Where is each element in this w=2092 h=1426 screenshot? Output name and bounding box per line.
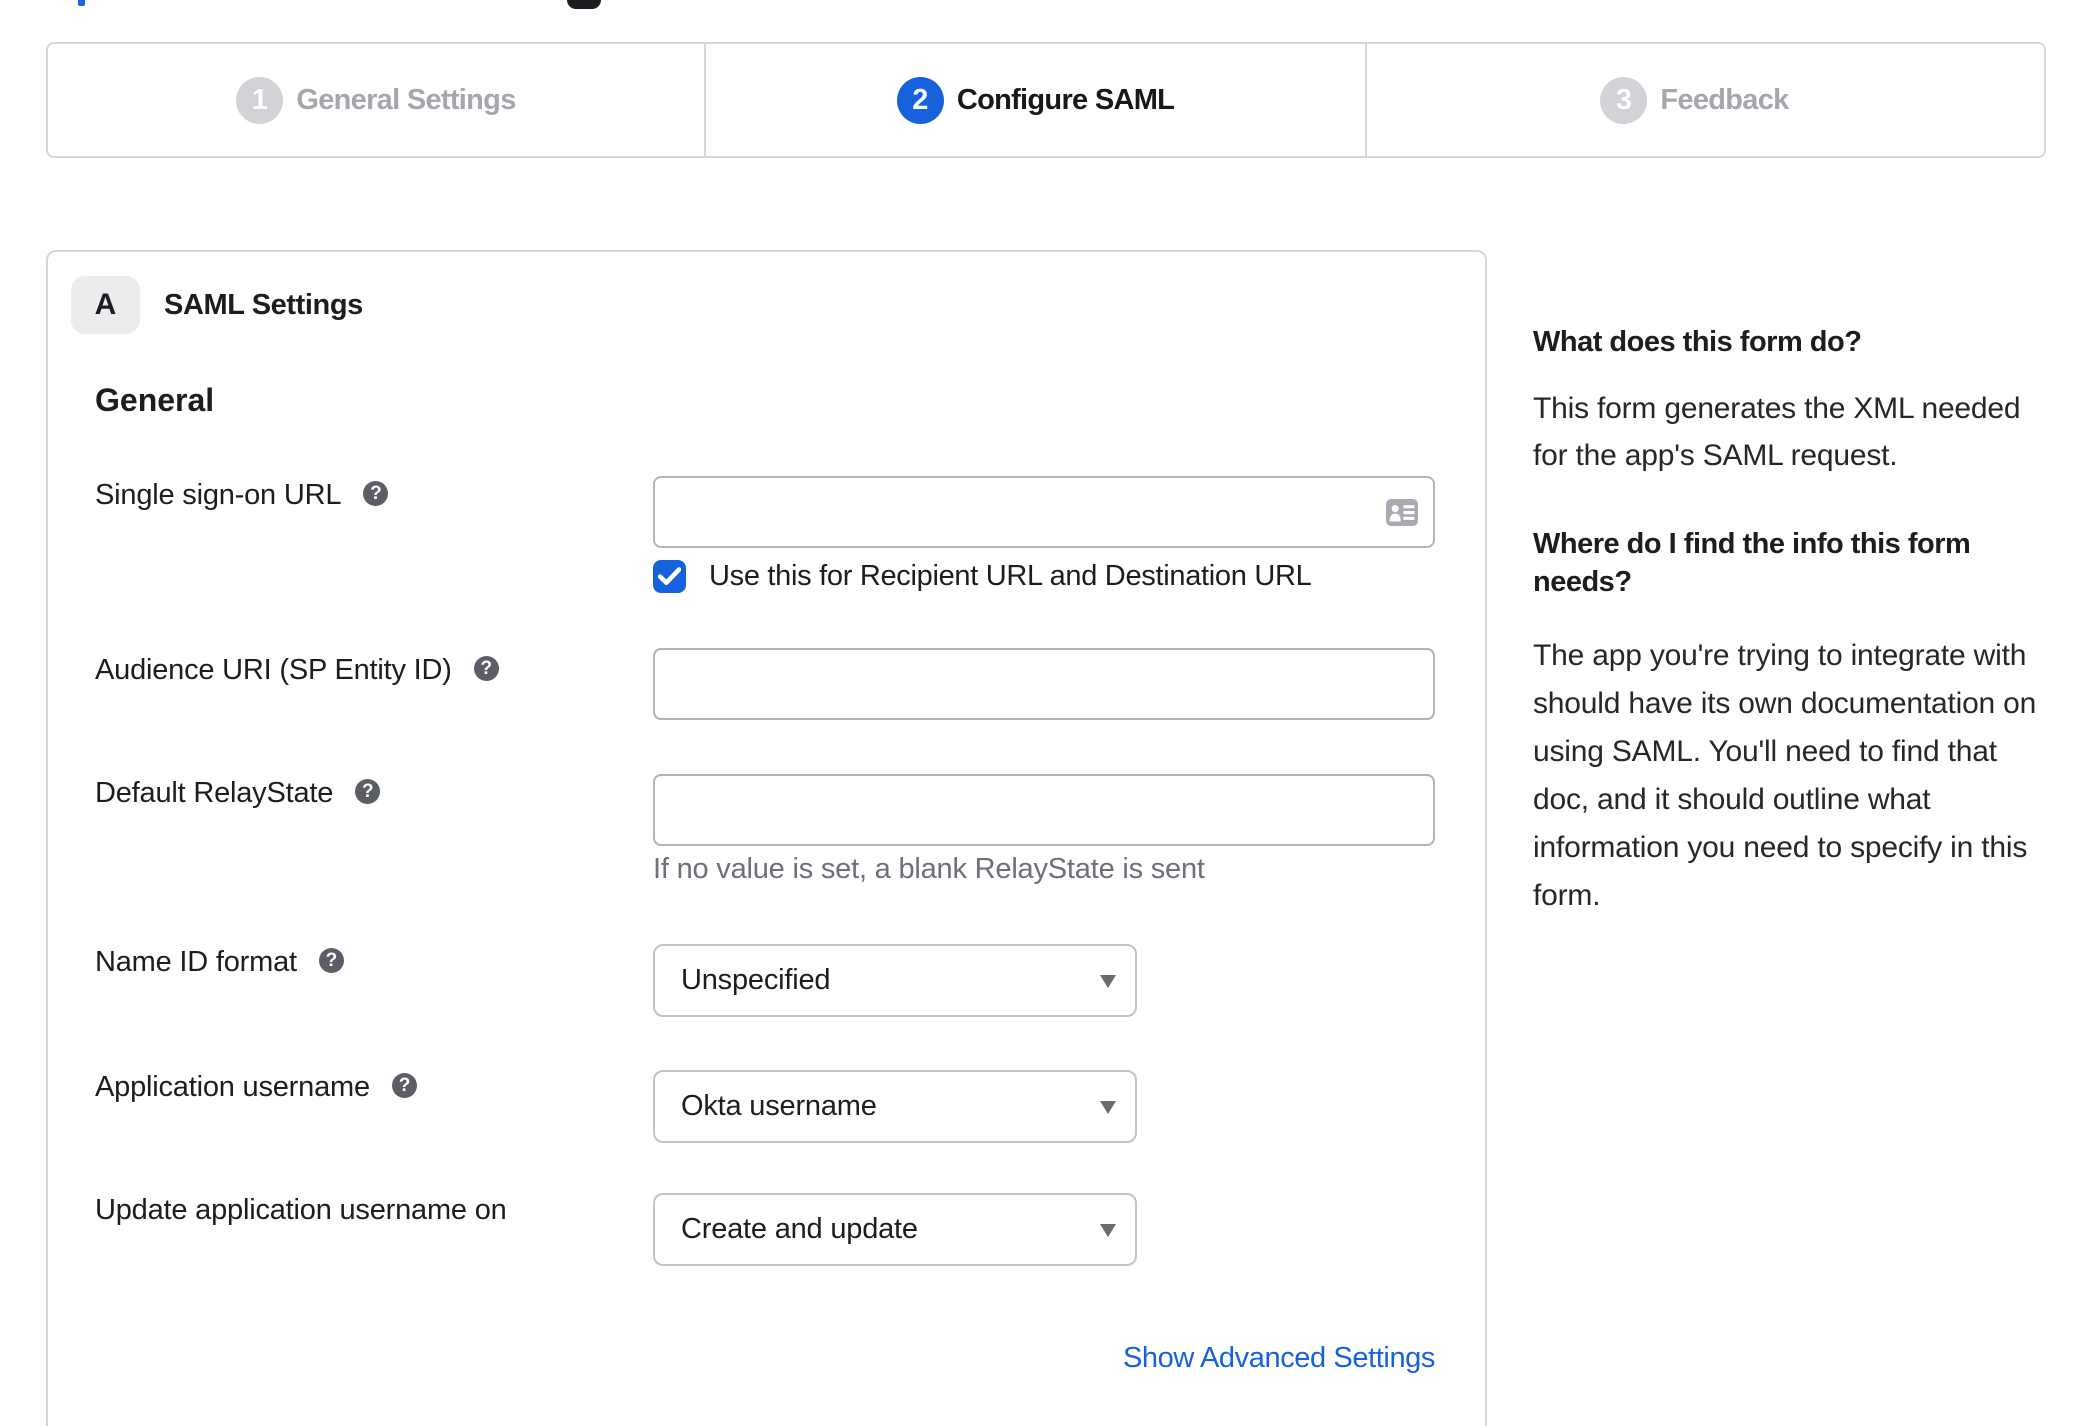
relay-state-help-icon[interactable]: ?: [355, 778, 381, 804]
info-heading-what: What does this form do?: [1533, 326, 1862, 358]
audience-uri-label: Audience URI (SP Entity ID): [95, 653, 452, 686]
application-username-label: Application username: [95, 1070, 370, 1103]
form-row-relay-state: Default RelayState? If no value is set, …: [95, 774, 1435, 889]
step-2-circle: 2: [896, 76, 944, 124]
update-username-label-cell: Update application username on: [95, 1193, 653, 1266]
application-username-select[interactable]: Okta username: [653, 1070, 1137, 1143]
page-title-blue-descender: [78, 0, 85, 6]
step-configure-saml[interactable]: 2 Configure SAML: [704, 44, 1365, 156]
form-row-sso-url: Single sign-on URL? Use this for Recipie…: [95, 476, 1435, 593]
update-username-control: Create and update: [653, 1193, 1435, 1266]
show-advanced-settings-link[interactable]: Show Advanced Settings: [1123, 1342, 1435, 1374]
name-id-format-select[interactable]: Unspecified: [653, 944, 1137, 1017]
application-username-dropdown-arrow-icon: [1100, 1100, 1116, 1114]
step-feedback[interactable]: 3 Feedback: [1365, 44, 2044, 156]
audience-uri-label-cell: Audience URI (SP Entity ID)?: [95, 648, 653, 720]
relay-state-label: Default RelayState: [95, 776, 334, 809]
sso-url-label-cell: Single sign-on URL?: [95, 476, 653, 593]
step-1-circle: 1: [236, 76, 284, 124]
relay-state-hint: If no value is set, a blank RelayState i…: [653, 853, 1205, 885]
card-header: A SAML Settings: [71, 276, 363, 334]
application-username-help-icon[interactable]: ?: [391, 1072, 417, 1098]
form-row-application-username: Application username? Okta username: [95, 1070, 1435, 1143]
wizard-stepper: 1 General Settings 2 Configure SAML 3 Fe…: [46, 42, 2046, 158]
update-username-value: Create and update: [681, 1213, 918, 1245]
form-row-audience-uri: Audience URI (SP Entity ID)?: [95, 648, 1435, 720]
sso-url-help-icon[interactable]: ?: [363, 480, 389, 506]
page: 1 General Settings 2 Configure SAML 3 Fe…: [0, 0, 2092, 1426]
sso-url-input[interactable]: [653, 476, 1435, 548]
update-username-select[interactable]: Create and update: [653, 1193, 1137, 1266]
name-id-format-label-cell: Name ID format?: [95, 944, 653, 1017]
page-title-g-descender: [567, 0, 601, 9]
application-username-control: Okta username: [653, 1070, 1435, 1143]
advanced-settings-row: Show Advanced Settings: [653, 1342, 1435, 1375]
name-id-format-control: Unspecified: [653, 944, 1435, 1017]
update-username-label: Update application username on: [95, 1193, 507, 1226]
relay-state-control: If no value is set, a blank RelayState i…: [653, 774, 1435, 889]
name-id-format-help-icon[interactable]: ?: [318, 947, 344, 973]
group-title-general: General: [95, 382, 215, 418]
step-general-settings[interactable]: 1 General Settings: [48, 44, 704, 156]
sso-url-input-wrap: [653, 476, 1435, 548]
info-heading-where: Where do I find the info this form needs…: [1533, 528, 1971, 598]
saml-settings-card: A SAML Settings General Single sign-on U…: [46, 250, 1487, 1426]
application-username-label-cell: Application username?: [95, 1070, 653, 1143]
step-2-label: Configure SAML: [956, 83, 1175, 116]
relay-state-input[interactable]: [653, 774, 1435, 846]
sso-url-label: Single sign-on URL: [95, 478, 342, 511]
info-para-where: The app you're trying to integrate with …: [1533, 639, 2037, 912]
audience-uri-control: [653, 648, 1435, 720]
name-id-format-dropdown-arrow-icon: [1100, 974, 1116, 988]
name-id-format-label: Name ID format: [95, 945, 297, 978]
application-username-value: Okta username: [681, 1090, 877, 1122]
step-3-circle: 3: [1600, 76, 1648, 124]
form-row-name-id-format: Name ID format? Unspecified: [95, 944, 1435, 1017]
update-username-dropdown-arrow-icon: [1100, 1223, 1116, 1237]
address-card-icon[interactable]: [1386, 499, 1418, 526]
step-3-label: Feedback: [1660, 83, 1789, 116]
recipient-url-checkbox[interactable]: [653, 560, 686, 593]
info-para-what: This form generates the XML needed for t…: [1533, 392, 2021, 472]
audience-uri-input[interactable]: [653, 648, 1435, 720]
checkmark-icon: [658, 567, 681, 585]
name-id-format-value: Unspecified: [681, 964, 831, 996]
recipient-url-checkbox-row: Use this for Recipient URL and Destinati…: [653, 560, 1435, 593]
relay-state-label-cell: Default RelayState?: [95, 774, 653, 889]
step-1-label: General Settings: [296, 83, 516, 116]
audience-uri-help-icon[interactable]: ?: [473, 655, 499, 681]
card-title: SAML Settings: [164, 288, 363, 321]
recipient-url-checkbox-label[interactable]: Use this for Recipient URL and Destinati…: [709, 560, 1312, 593]
form-row-update-username: Update application username on Create an…: [95, 1193, 1435, 1266]
sso-url-control: Use this for Recipient URL and Destinati…: [653, 476, 1435, 593]
section-a-badge: A: [71, 276, 140, 334]
